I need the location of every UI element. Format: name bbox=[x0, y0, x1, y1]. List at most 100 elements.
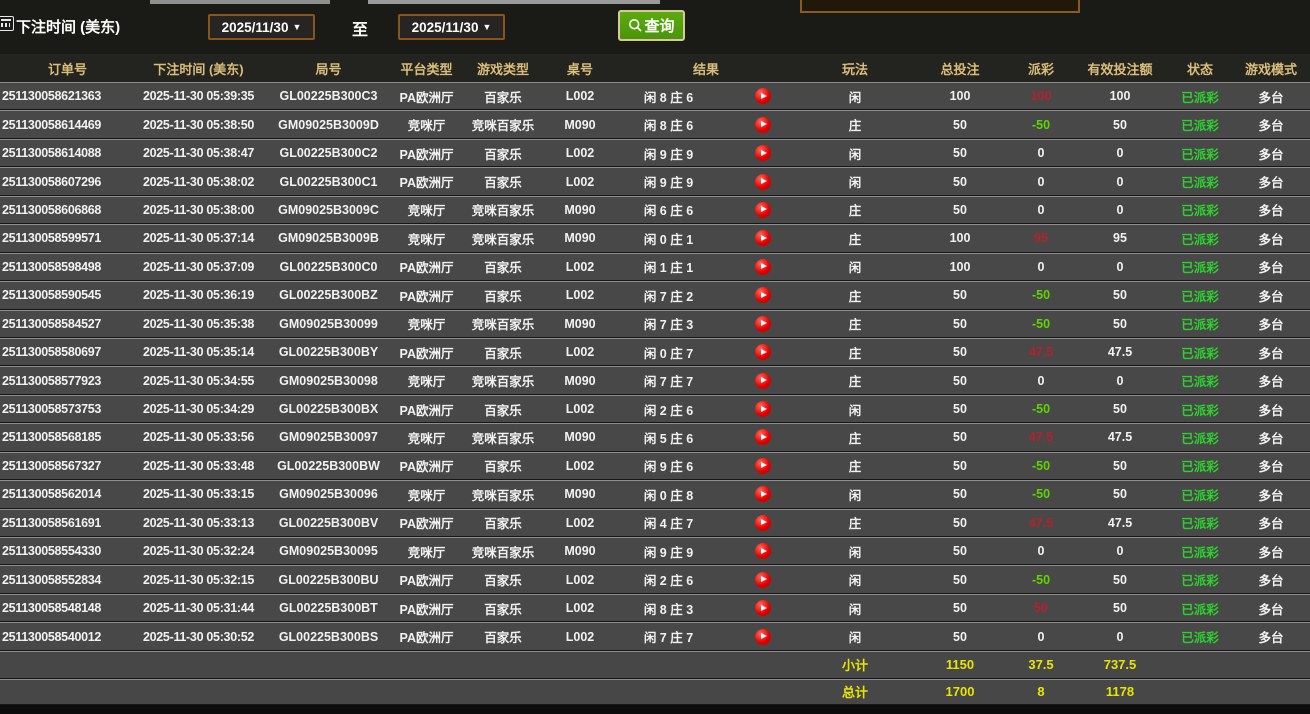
cell-order-number: 251130058540012 bbox=[2, 629, 102, 644]
cell-status: 已派彩 bbox=[1181, 602, 1219, 617]
cell-platform: 竞咪厅 bbox=[407, 375, 446, 390]
search-icon bbox=[629, 18, 643, 32]
subtotal-total-bet: 1150 bbox=[945, 657, 975, 673]
cell-bet-time: 2025-11-30 05:38:47 bbox=[142, 146, 255, 161]
cell-game-type: 百家乐 bbox=[484, 517, 522, 532]
cell-valid-bet: 0 bbox=[1116, 202, 1124, 217]
replay-video-button[interactable] bbox=[754, 315, 771, 332]
replay-video-button[interactable] bbox=[754, 571, 771, 588]
cell-play-method: 庄 bbox=[848, 346, 862, 361]
cell-play-method: 闲 bbox=[848, 403, 862, 418]
to-label: 至 bbox=[352, 22, 369, 39]
replay-video-button[interactable] bbox=[754, 514, 771, 531]
cell-payout: 0 bbox=[1037, 146, 1045, 161]
cell-status: 已派彩 bbox=[1181, 431, 1219, 446]
cell-valid-bet: 50 bbox=[1113, 601, 1127, 616]
cell-platform: PA欧洲厅 bbox=[399, 403, 454, 418]
cell-platform: 竞咪厅 bbox=[407, 545, 446, 560]
query-button[interactable]: 查询 bbox=[618, 10, 685, 41]
cell-game-mode: 多台 bbox=[1258, 375, 1284, 390]
table-row: 251130058599571 2025-11-30 05:37:14 GM09… bbox=[0, 224, 1310, 253]
cell-payout: -50 bbox=[1031, 458, 1051, 473]
replay-video-button[interactable] bbox=[754, 201, 771, 218]
cell-payout: 100 bbox=[1030, 89, 1052, 104]
replay-video-button[interactable] bbox=[754, 88, 771, 105]
cell-valid-bet: 0 bbox=[1116, 544, 1124, 559]
cell-bet-time: 2025-11-30 05:33:48 bbox=[142, 458, 255, 473]
replay-video-button[interactable] bbox=[754, 543, 771, 560]
grand-total-payout: 8 bbox=[1037, 684, 1045, 700]
cell-order-number: 251130058554330 bbox=[2, 544, 102, 559]
replay-video-button[interactable] bbox=[754, 401, 771, 418]
cell-game-type: 竞咪百家乐 bbox=[471, 545, 535, 560]
replay-video-button[interactable] bbox=[754, 628, 771, 645]
cell-platform: 竞咪厅 bbox=[407, 431, 446, 446]
cell-bet-time: 2025-11-30 05:37:09 bbox=[142, 259, 255, 274]
date-to-select[interactable]: 2025/11/30 ▼ bbox=[398, 14, 505, 40]
cell-table-number: M090 bbox=[564, 316, 596, 331]
table-row: 251130058540012 2025-11-30 05:30:52 GL00… bbox=[0, 622, 1310, 651]
cell-result: 闲 7 庄 2 bbox=[643, 289, 694, 304]
col-game-mode: 游戏模式 bbox=[1244, 61, 1297, 77]
cell-payout: 0 bbox=[1037, 544, 1045, 559]
replay-video-button[interactable] bbox=[754, 344, 771, 361]
cell-bet-time: 2025-11-30 05:32:15 bbox=[142, 572, 255, 587]
replay-video-button[interactable] bbox=[754, 287, 771, 304]
cell-payout: -50 bbox=[1031, 288, 1051, 303]
cell-game-mode: 多台 bbox=[1258, 289, 1284, 304]
cell-play-method: 庄 bbox=[848, 460, 862, 475]
cell-bet-time: 2025-11-30 05:38:02 bbox=[142, 174, 255, 189]
cell-total-bet: 50 bbox=[953, 515, 967, 530]
cell-game-type: 竞咪百家乐 bbox=[471, 119, 535, 134]
replay-video-button[interactable] bbox=[754, 600, 771, 617]
cell-status: 已派彩 bbox=[1181, 574, 1219, 589]
cell-status: 已派彩 bbox=[1181, 517, 1219, 532]
cell-platform: 竞咪厅 bbox=[407, 318, 446, 333]
cell-valid-bet: 47.5 bbox=[1107, 515, 1133, 530]
replay-video-button[interactable] bbox=[754, 145, 771, 162]
cell-round-number: GL00225B300BU bbox=[278, 572, 379, 587]
cell-total-bet: 50 bbox=[953, 146, 967, 161]
cell-play-method: 庄 bbox=[848, 119, 862, 134]
cell-status: 已派彩 bbox=[1181, 204, 1219, 219]
cell-game-mode: 多台 bbox=[1258, 119, 1284, 134]
replay-video-button[interactable] bbox=[754, 372, 771, 389]
replay-video-button[interactable] bbox=[754, 116, 771, 133]
cell-status: 已派彩 bbox=[1181, 545, 1219, 560]
replay-video-button[interactable] bbox=[754, 486, 771, 503]
cell-table-number: M090 bbox=[564, 373, 596, 388]
cell-game-type: 百家乐 bbox=[484, 90, 522, 105]
replay-video-button[interactable] bbox=[754, 258, 771, 275]
table-row: 251130058598498 2025-11-30 05:37:09 GL00… bbox=[0, 252, 1310, 282]
cell-bet-time: 2025-11-30 05:33:56 bbox=[142, 430, 255, 445]
cell-valid-bet: 0 bbox=[1116, 259, 1124, 274]
cell-table-number: L002 bbox=[565, 458, 595, 473]
cell-table-number: M090 bbox=[564, 487, 596, 502]
cell-table-number: L002 bbox=[565, 259, 595, 274]
cell-table-number: M090 bbox=[564, 544, 596, 559]
cell-game-type: 百家乐 bbox=[484, 176, 522, 191]
cell-total-bet: 100 bbox=[949, 89, 971, 104]
replay-video-button[interactable] bbox=[754, 173, 771, 190]
table-row: 251130058614088 2025-11-30 05:38:47 GL00… bbox=[0, 138, 1310, 168]
cell-round-number: GM09025B3009C bbox=[278, 202, 379, 217]
replay-video-button[interactable] bbox=[754, 429, 771, 446]
cell-bet-time: 2025-11-30 05:34:55 bbox=[142, 373, 255, 388]
grand-total-valid-bet: 1178 bbox=[1105, 684, 1135, 700]
cell-status: 已派彩 bbox=[1181, 232, 1219, 247]
replay-video-button[interactable] bbox=[754, 457, 771, 474]
table-row: 251130058554330 2025-11-30 05:32:24 GM09… bbox=[0, 537, 1310, 566]
cell-game-mode: 多台 bbox=[1258, 545, 1284, 560]
cell-bet-time: 2025-11-30 05:37:14 bbox=[142, 231, 255, 246]
cell-table-number: M090 bbox=[564, 202, 596, 217]
cell-game-mode: 多台 bbox=[1258, 574, 1284, 589]
cell-valid-bet: 50 bbox=[1113, 402, 1127, 417]
replay-video-button[interactable] bbox=[754, 230, 771, 247]
col-play: 玩法 bbox=[841, 61, 868, 77]
cell-valid-bet: 0 bbox=[1116, 373, 1124, 388]
date-from-select[interactable]: 2025/11/30 ▼ bbox=[208, 14, 315, 40]
cell-game-mode: 多台 bbox=[1258, 460, 1284, 475]
cell-play-method: 庄 bbox=[848, 318, 862, 333]
cell-play-method: 庄 bbox=[848, 517, 862, 532]
cell-play-method: 闲 bbox=[848, 488, 862, 503]
